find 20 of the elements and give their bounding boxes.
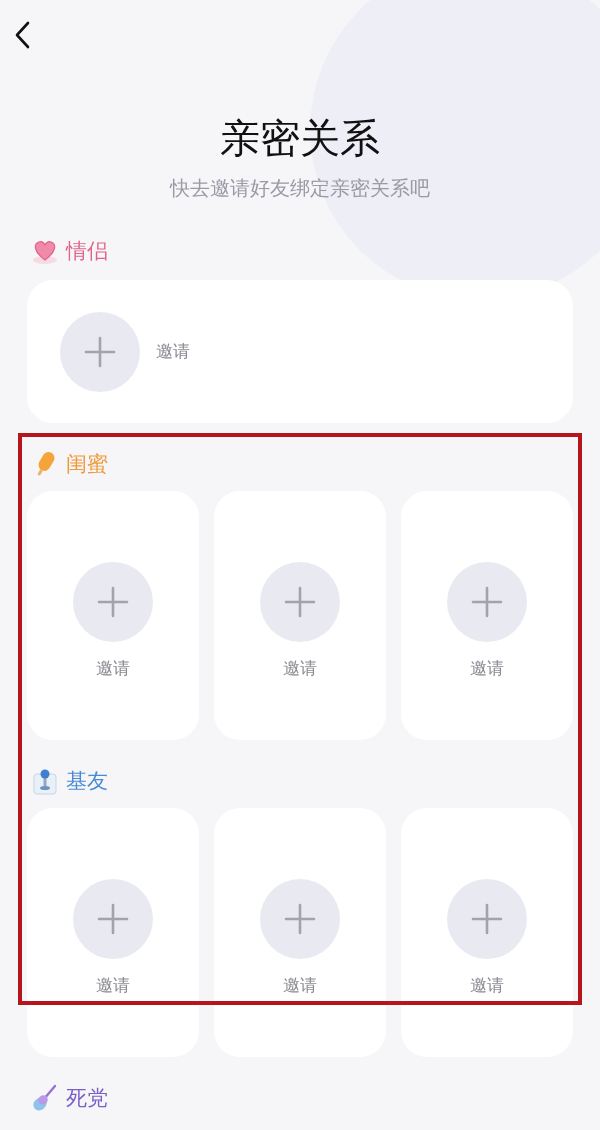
section-title: 情侣 [66, 238, 108, 265]
invite-label: 邀请 [96, 656, 130, 680]
section-title: 死党 [66, 1085, 108, 1112]
page-title: 亲密关系 [219, 114, 381, 162]
section-title: 闺蜜 [66, 451, 108, 478]
invite-label: 邀请 [283, 973, 317, 997]
plus-icon [284, 585, 316, 618]
invite-label: 邀请 [283, 656, 317, 680]
plus-icon [471, 902, 503, 935]
plus-icon [284, 902, 316, 935]
plus-icon [84, 335, 116, 368]
invite-label: 邀请 [470, 973, 504, 997]
invite-label: 邀请 [470, 656, 504, 680]
page-subtitle: 快去邀请好友绑定亲密关系吧 [168, 175, 431, 202]
plus-icon [97, 585, 129, 618]
plus-icon [97, 902, 129, 935]
invite-label: 邀请 [156, 339, 190, 363]
invite-label: 邀请 [96, 973, 130, 997]
plus-icon [471, 585, 503, 618]
section-title: 基友 [66, 768, 108, 795]
